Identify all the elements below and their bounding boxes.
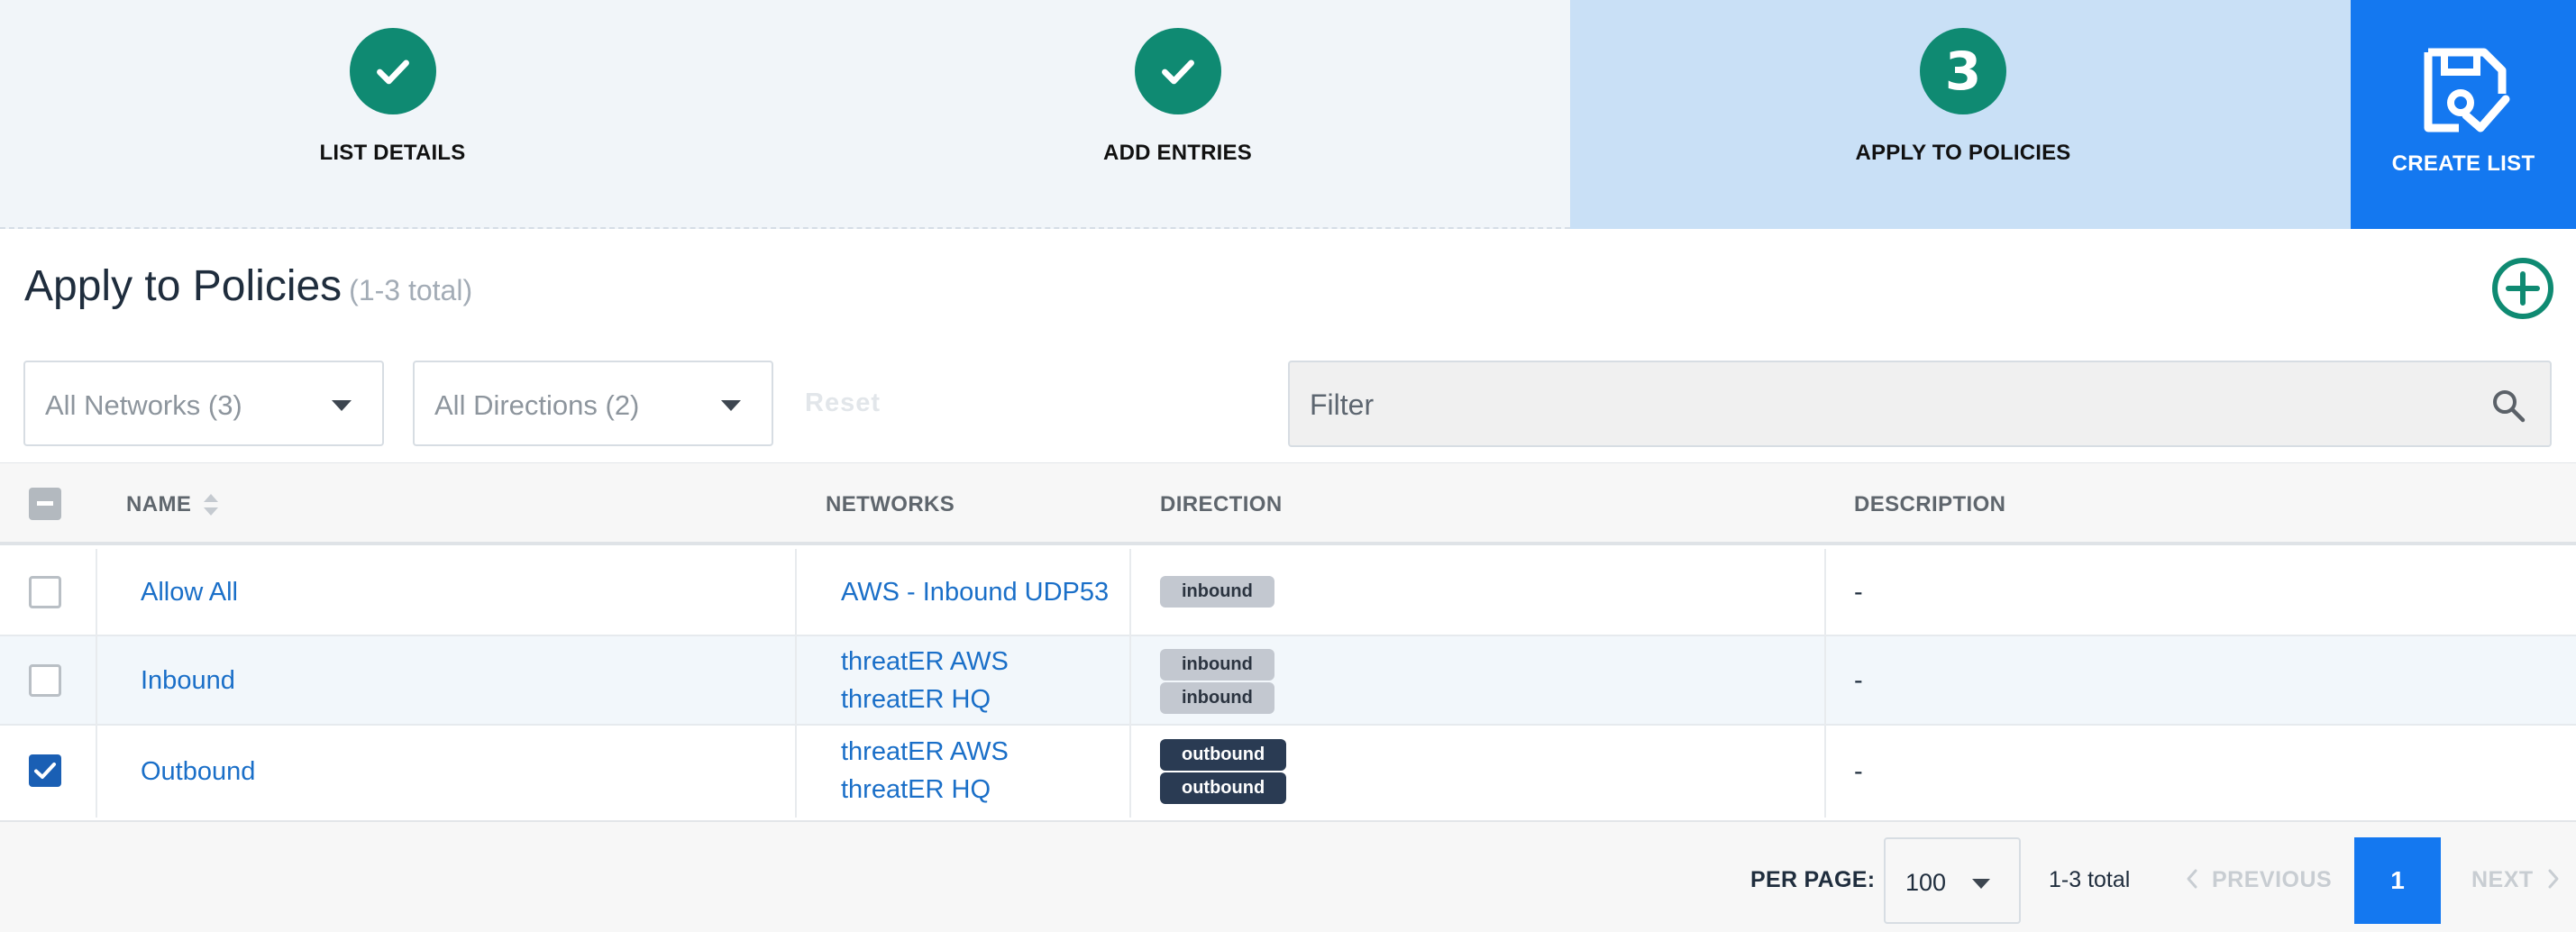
row-divider — [0, 724, 2576, 726]
direction-badge: inbound — [1160, 649, 1274, 681]
directions-filter-value: All Directions (2) — [434, 389, 640, 421]
chevron-down-icon — [332, 400, 352, 411]
chevron-down-icon — [721, 400, 741, 411]
select-all-checkbox[interactable] — [29, 488, 61, 520]
row-checkbox[interactable] — [29, 576, 61, 608]
policy-name-link[interactable]: Outbound — [141, 757, 255, 787]
column-header-description: DESCRIPTION — [1854, 492, 2006, 516]
network-link[interactable]: threatER HQ — [841, 685, 991, 715]
step-complete-indicator — [1134, 28, 1221, 114]
save-check-icon — [2424, 48, 2510, 132]
create-list-button[interactable]: CREATE LIST — [2351, 0, 2576, 229]
description-cell: - — [1854, 757, 1863, 786]
chevron-down-icon — [1972, 879, 1990, 889]
step-label: ADD ENTRIES — [1103, 141, 1252, 165]
step-label: APPLY TO POLICIES — [1855, 141, 2071, 165]
direction-badge: outbound — [1160, 739, 1287, 771]
per-page-label: PER PAGE: — [1750, 867, 1876, 892]
directions-filter-dropdown[interactable]: All Directions (2) — [413, 361, 773, 446]
filter-search-box — [1288, 361, 2552, 447]
next-page-button[interactable]: NEXT — [2471, 867, 2561, 893]
table-header: NAME NETWORKS DIRECTION DESCRIPTION — [0, 462, 2576, 545]
per-page-value: 100 — [1905, 869, 1947, 896]
column-divider — [795, 549, 797, 818]
page-number-button[interactable]: 1 — [2354, 837, 2441, 924]
previous-label: PREVIOUS — [2212, 867, 2333, 892]
sort-icon[interactable] — [202, 491, 220, 518]
create-list-label: CREATE LIST — [2391, 151, 2535, 176]
reset-button[interactable]: Reset — [805, 388, 881, 418]
network-link[interactable]: threatER HQ — [841, 775, 991, 805]
pagination-bar: PER PAGE: 100 1-3 total PREVIOUS 1 NEXT — [0, 820, 2576, 932]
column-header-name[interactable]: NAME — [126, 492, 191, 517]
column-header-direction: DIRECTION — [1160, 492, 1283, 516]
network-link[interactable]: AWS - Inbound UDP53 — [841, 578, 1109, 608]
result-count: (1-3 total) — [349, 274, 473, 306]
row-checkbox[interactable] — [29, 754, 61, 787]
networks-filter-dropdown[interactable]: All Networks (3) — [23, 361, 384, 446]
chevron-right-icon — [2548, 869, 2559, 889]
direction-badge: inbound — [1160, 576, 1274, 608]
column-divider — [1129, 549, 1131, 818]
network-link[interactable]: threatER AWS — [841, 737, 1009, 767]
step-apply-to-policies[interactable]: 3 APPLY TO POLICIES — [1570, 0, 2356, 229]
table-row[interactable]: Inbound threatER AWS threatER HQ inbound… — [0, 635, 2576, 725]
column-divider — [96, 549, 97, 818]
page-title: Apply to Policies (1-3 total) — [24, 261, 472, 311]
search-icon[interactable] — [2490, 388, 2526, 424]
column-divider — [1824, 549, 1826, 818]
networks-filter-value: All Networks (3) — [45, 389, 242, 421]
previous-page-button[interactable]: PREVIOUS — [2185, 867, 2332, 893]
checkmark-icon — [1161, 59, 1194, 85]
table-row[interactable]: Outbound threatER AWS threatER HQ outbou… — [0, 725, 2576, 818]
description-cell: - — [1854, 666, 1863, 695]
checkmark-icon — [34, 763, 56, 779]
total-count: 1-3 total — [2049, 867, 2131, 892]
step-label: LIST DETAILS — [319, 141, 466, 165]
checkmark-icon — [376, 59, 409, 85]
step-add-entries[interactable]: ADD ENTRIES — [785, 0, 1570, 229]
chevron-left-icon — [2187, 869, 2197, 889]
wizard-stepper: LIST DETAILS ADD ENTRIES 3 APPLY TO POLI… — [0, 0, 2576, 229]
column-header-networks: NETWORKS — [826, 492, 955, 516]
next-label: NEXT — [2471, 867, 2534, 892]
policy-name-link[interactable]: Allow All — [141, 578, 238, 608]
filter-input[interactable] — [1310, 382, 2463, 427]
direction-badge: inbound — [1160, 682, 1274, 714]
direction-badge: outbound — [1160, 772, 1287, 804]
step-complete-indicator — [349, 28, 436, 114]
step-number: 3 — [1944, 41, 1982, 102]
plus-circle-icon[interactable] — [2491, 257, 2554, 320]
page-title-text: Apply to Policies — [24, 262, 343, 310]
per-page-dropdown[interactable]: 100 — [1884, 837, 2021, 924]
row-checkbox[interactable] — [29, 664, 61, 697]
step-number-indicator: 3 — [1920, 28, 2006, 114]
description-cell: - — [1854, 578, 1863, 607]
step-list-details[interactable]: LIST DETAILS — [0, 0, 785, 229]
row-divider — [0, 635, 2576, 636]
network-link[interactable]: threatER AWS — [841, 647, 1009, 677]
policy-name-link[interactable]: Inbound — [141, 666, 235, 696]
table-row[interactable]: Allow All AWS - Inbound UDP53 inbound - — [0, 549, 2576, 635]
